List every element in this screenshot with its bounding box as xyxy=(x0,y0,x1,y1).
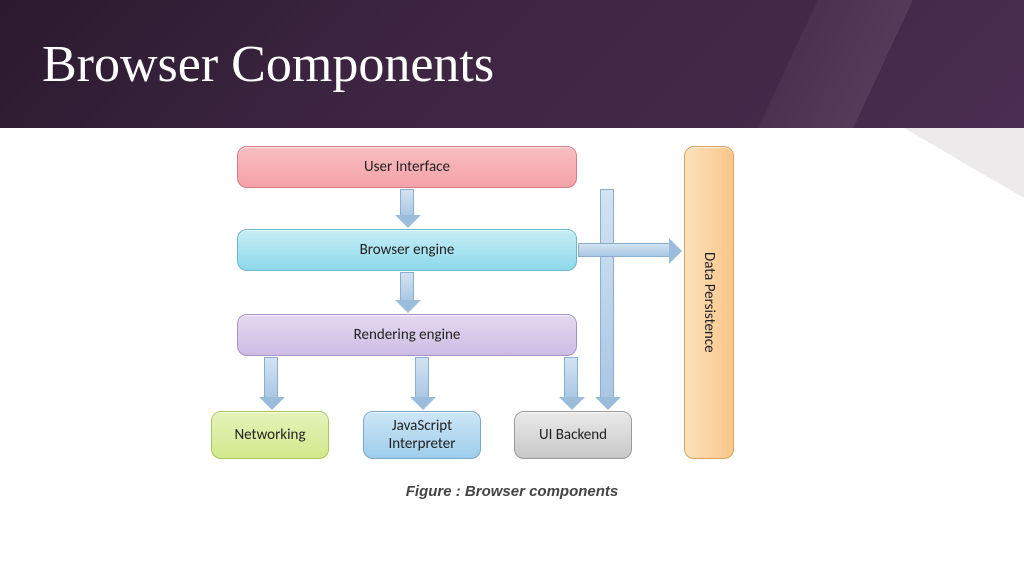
corner-decoration xyxy=(904,128,1024,198)
box-label: User Interface xyxy=(364,158,450,176)
arrow-browser-engine-to-rendering-engine xyxy=(400,272,414,301)
figure-caption: Figure : Browser components xyxy=(0,483,1024,500)
box-label: Rendering engine xyxy=(354,326,461,344)
arrow-rendering-to-ui-backend xyxy=(564,357,578,398)
box-label: Data Persistence xyxy=(700,252,718,353)
arrow-rendering-to-networking xyxy=(264,357,278,398)
arrow-ui-to-ui-backend xyxy=(600,189,614,398)
slide-header: Browser Components xyxy=(0,0,1024,128)
arrow-rendering-to-js xyxy=(415,357,429,398)
box-browser-engine: Browser engine xyxy=(237,229,577,271)
box-networking: Networking xyxy=(211,411,329,459)
box-label: Browser engine xyxy=(360,241,455,259)
box-data-persistence: Data Persistence xyxy=(684,146,734,459)
box-label: JavaScript Interpreter xyxy=(389,417,456,453)
box-ui-backend: UI Backend xyxy=(514,411,632,459)
arrow-ui-to-browser-engine xyxy=(400,189,414,216)
arrow-browser-engine-to-data-persistence xyxy=(578,243,670,257)
slide-title: Browser Components xyxy=(42,35,494,94)
box-label: UI Backend xyxy=(539,426,607,444)
box-js-interpreter: JavaScript Interpreter xyxy=(363,411,481,459)
box-label: Networking xyxy=(234,426,305,444)
diagram-area: User Interface Browser engine Rendering … xyxy=(0,128,1024,576)
box-rendering-engine: Rendering engine xyxy=(237,314,577,356)
box-user-interface: User Interface xyxy=(237,146,577,188)
